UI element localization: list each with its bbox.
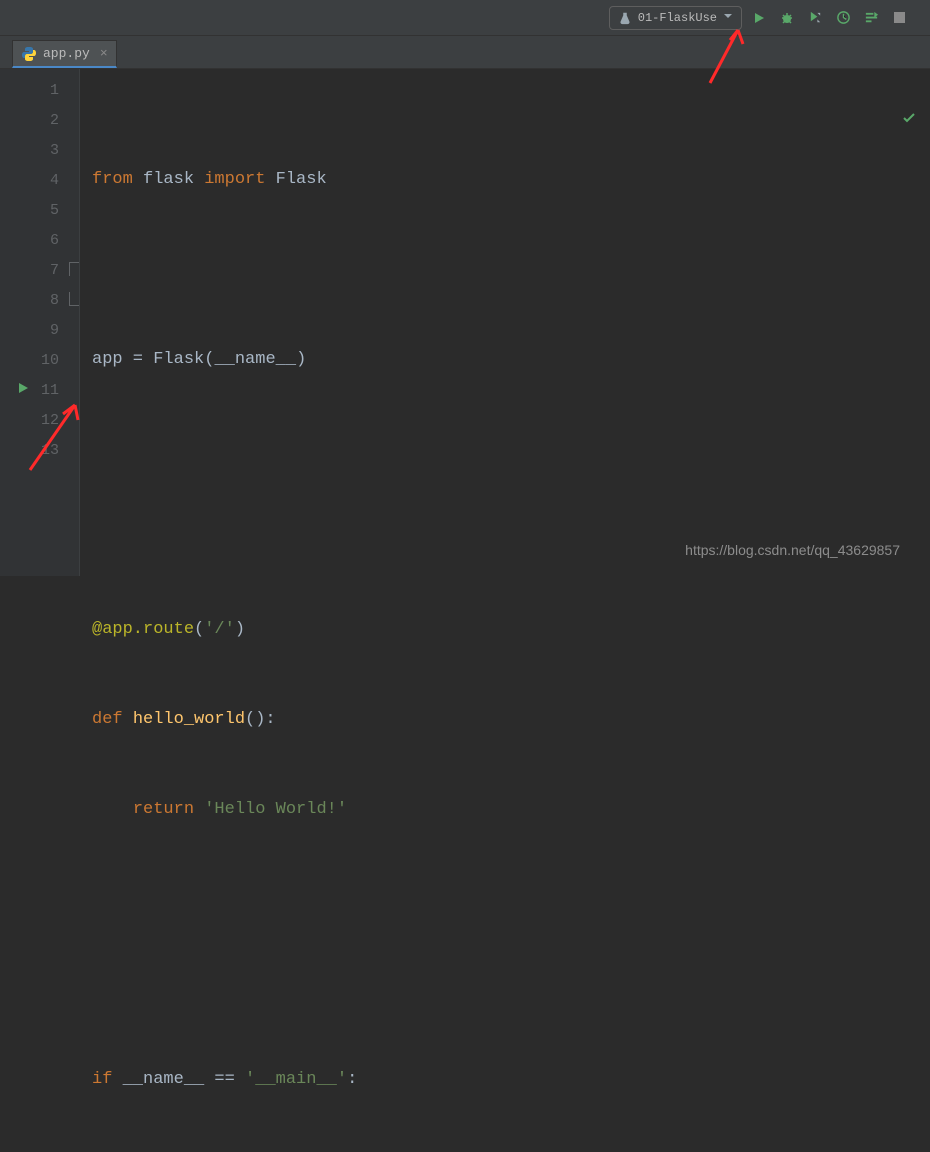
line-number: 3 (35, 142, 59, 159)
token: Flask (276, 170, 327, 189)
run-config-label: 01-FlaskUse (638, 11, 717, 25)
gutter-line[interactable]: 10 (0, 345, 79, 375)
flask-icon (618, 11, 632, 25)
line-number: 13 (35, 442, 59, 459)
gutter-line[interactable]: 8 (0, 285, 79, 315)
token: ) (235, 620, 245, 639)
line-number: 8 (35, 292, 59, 309)
token: (): (245, 710, 276, 729)
file-tab[interactable]: app.py × (12, 40, 117, 68)
line-number: 10 (35, 352, 59, 369)
token: import (204, 170, 265, 189)
tab-bar: app.py × (0, 36, 930, 69)
token: from (92, 170, 133, 189)
inspection-ok-icon[interactable] (841, 77, 916, 167)
token: ) (296, 350, 306, 369)
line-number: 12 (35, 412, 59, 429)
token: @app.route (92, 620, 194, 639)
line-number: 11 (35, 382, 59, 399)
stop-button[interactable] (888, 7, 910, 29)
line-number: 5 (35, 202, 59, 219)
chevron-down-icon (723, 11, 733, 25)
debug-button[interactable] (776, 7, 798, 29)
fold-marker-icon[interactable] (69, 262, 79, 276)
watermark: https://blog.csdn.net/qq_43629857 (685, 542, 900, 558)
run-button[interactable] (748, 7, 770, 29)
gutter-line[interactable]: 3 (0, 135, 79, 165)
gutter-line[interactable]: 4 (0, 165, 79, 195)
toolbar: 01-FlaskUse (0, 0, 930, 36)
token: 'Hello World!' (204, 800, 347, 819)
close-icon[interactable]: × (100, 46, 108, 61)
token: app (92, 350, 123, 369)
token: Flask (153, 350, 204, 369)
line-number: 6 (35, 232, 59, 249)
token: if (92, 1070, 123, 1089)
gutter-line[interactable]: 2 (0, 105, 79, 135)
run-configuration-selector[interactable]: 01-FlaskUse (609, 6, 742, 30)
gutter-run-icon[interactable] (17, 382, 29, 399)
gutter-line[interactable]: 5 (0, 195, 79, 225)
token: def (92, 710, 133, 729)
gutter-line[interactable]: 6 (0, 225, 79, 255)
fold-marker-icon[interactable] (69, 292, 79, 306)
line-number: 1 (35, 82, 59, 99)
token: ( (204, 350, 214, 369)
token: == (204, 1070, 245, 1089)
token: flask (143, 170, 194, 189)
line-number: 9 (35, 322, 59, 339)
token: __name__ (214, 350, 296, 369)
token: = (123, 350, 154, 369)
line-number: 7 (35, 262, 59, 279)
token: '/' (204, 620, 235, 639)
code-area[interactable]: from flask import Flask app = Flask(__na… (80, 69, 930, 576)
gutter-line[interactable]: 12 (0, 405, 79, 435)
gutter-line[interactable]: 11 (0, 375, 79, 405)
editor: 1 2 3 4 5 6 7 8 9 10 11 12 13 from flask… (0, 69, 930, 576)
token: return (133, 800, 204, 819)
coverage-button[interactable] (804, 7, 826, 29)
python-file-icon (21, 46, 37, 62)
gutter-line[interactable]: 7 (0, 255, 79, 285)
profile-button[interactable] (832, 7, 854, 29)
gutter-line[interactable]: 1 (0, 75, 79, 105)
token: __name__ (123, 1070, 205, 1089)
tab-filename: app.py (43, 46, 90, 61)
line-number: 2 (35, 112, 59, 129)
gutter-line[interactable]: 9 (0, 315, 79, 345)
token: ( (194, 620, 204, 639)
concurrent-button[interactable] (860, 7, 882, 29)
gutter-line[interactable]: 13 (0, 435, 79, 465)
token: '__main__' (245, 1070, 347, 1089)
gutter: 1 2 3 4 5 6 7 8 9 10 11 12 13 (0, 69, 80, 576)
token: : (347, 1070, 357, 1089)
token: hello_world (133, 710, 245, 729)
line-number: 4 (35, 172, 59, 189)
